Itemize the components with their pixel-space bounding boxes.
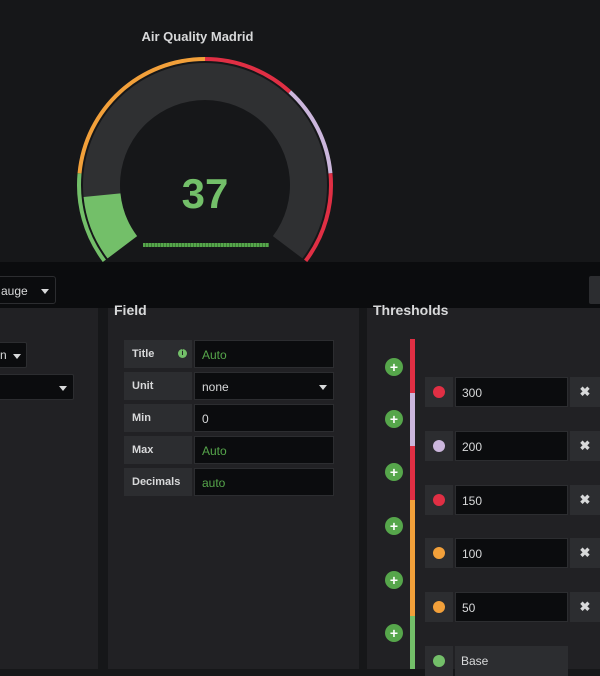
gauge-value-arc — [83, 193, 138, 259]
editor-toolbar — [0, 262, 600, 308]
remove-threshold-icon[interactable]: ✖ — [570, 592, 600, 622]
sparkline — [143, 243, 269, 247]
threshold-bar-segment — [410, 500, 415, 554]
threshold-row: 200 ✖ — [425, 431, 600, 461]
threshold-color-picker[interactable] — [425, 431, 453, 461]
chevron-down-icon — [59, 386, 67, 391]
min-input[interactable]: 0 — [194, 404, 334, 432]
gauge-panel: Air Quality Madrid 37 — [0, 0, 600, 262]
threshold-base-label: Base — [455, 646, 568, 676]
field-label: Unit — [124, 372, 192, 400]
color-swatch-icon — [433, 386, 445, 398]
threshold-row: 100 ✖ — [425, 538, 600, 568]
remove-threshold-icon[interactable]: ✖ — [570, 485, 600, 515]
field-title-row: Title i Auto — [124, 340, 334, 368]
color-swatch-icon — [433, 655, 445, 667]
left-select-1[interactable]: n — [0, 342, 27, 368]
threshold-bar-segment — [410, 446, 415, 500]
add-threshold-button[interactable]: + — [385, 624, 403, 642]
toolbar-button[interactable] — [589, 276, 600, 304]
field-label: Decimals — [124, 468, 192, 496]
max-input[interactable]: Auto — [194, 436, 334, 464]
threshold-row: 50 ✖ — [425, 592, 600, 622]
color-swatch-icon — [433, 547, 445, 559]
options-column-thresholds: Thresholds + + + + + + 300 ✖ 200 ✖ 150 ✖ — [367, 302, 600, 676]
options-column-field: Field Title i Auto Unit none Min 0 Max A… — [108, 302, 359, 669]
unit-select-value: none — [202, 380, 229, 394]
add-threshold-button[interactable]: + — [385, 410, 403, 428]
field-min-row: Min 0 — [124, 404, 334, 432]
field-label: Min — [124, 404, 192, 432]
threshold-row: 300 ✖ — [425, 377, 600, 407]
add-threshold-button[interactable]: + — [385, 463, 403, 481]
add-threshold-button[interactable]: + — [385, 517, 403, 535]
left-select-2[interactable] — [0, 374, 74, 400]
add-threshold-button[interactable]: + — [385, 358, 403, 376]
threshold-bar-segment — [410, 393, 415, 446]
threshold-value-input[interactable]: 200 — [455, 431, 568, 461]
left-select-1-label: n — [0, 348, 7, 362]
threshold-bar-segment — [410, 616, 415, 669]
field-decimals-row: Decimals auto — [124, 468, 334, 496]
threshold-row: 150 ✖ — [425, 485, 600, 515]
remove-threshold-icon[interactable]: ✖ — [570, 538, 600, 568]
threshold-color-picker[interactable] — [425, 485, 453, 515]
color-swatch-icon — [433, 601, 445, 613]
threshold-bar-segment — [410, 554, 415, 616]
unit-select[interactable]: none — [194, 372, 334, 400]
remove-threshold-icon[interactable]: ✖ — [570, 431, 600, 461]
color-swatch-icon — [433, 440, 445, 452]
gauge-chart — [77, 57, 333, 262]
threshold-value-input[interactable]: 150 — [455, 485, 568, 515]
visualization-label: auge — [1, 284, 28, 298]
field-label: Max — [124, 436, 192, 464]
threshold-value-input[interactable]: 100 — [455, 538, 568, 568]
gauge-value: 37 — [181, 170, 229, 217]
remove-threshold-icon[interactable]: ✖ — [570, 377, 600, 407]
chevron-down-icon — [41, 289, 49, 294]
threshold-value-input[interactable]: 300 — [455, 377, 568, 407]
threshold-row-base: Base — [425, 646, 600, 676]
threshold-color-picker[interactable] — [425, 592, 453, 622]
decimals-input[interactable]: auto — [194, 468, 334, 496]
title-input[interactable]: Auto — [194, 340, 334, 368]
field-max-row: Max Auto — [124, 436, 334, 464]
options-column-left: n — [0, 308, 98, 669]
color-swatch-icon — [433, 494, 445, 506]
field-header: Field — [114, 302, 147, 318]
info-icon[interactable]: i — [178, 349, 187, 358]
chevron-down-icon — [319, 385, 327, 390]
visualization-picker[interactable]: auge — [0, 276, 56, 304]
chevron-down-icon — [13, 354, 21, 359]
threshold-bar-segment — [410, 339, 415, 393]
add-threshold-button[interactable]: + — [385, 571, 403, 589]
field-unit-row: Unit none — [124, 372, 334, 400]
thresholds-header: Thresholds — [373, 302, 449, 318]
threshold-color-picker[interactable] — [425, 646, 453, 676]
threshold-color-picker[interactable] — [425, 377, 453, 407]
threshold-value-input[interactable]: 50 — [455, 592, 568, 622]
threshold-color-picker[interactable] — [425, 538, 453, 568]
